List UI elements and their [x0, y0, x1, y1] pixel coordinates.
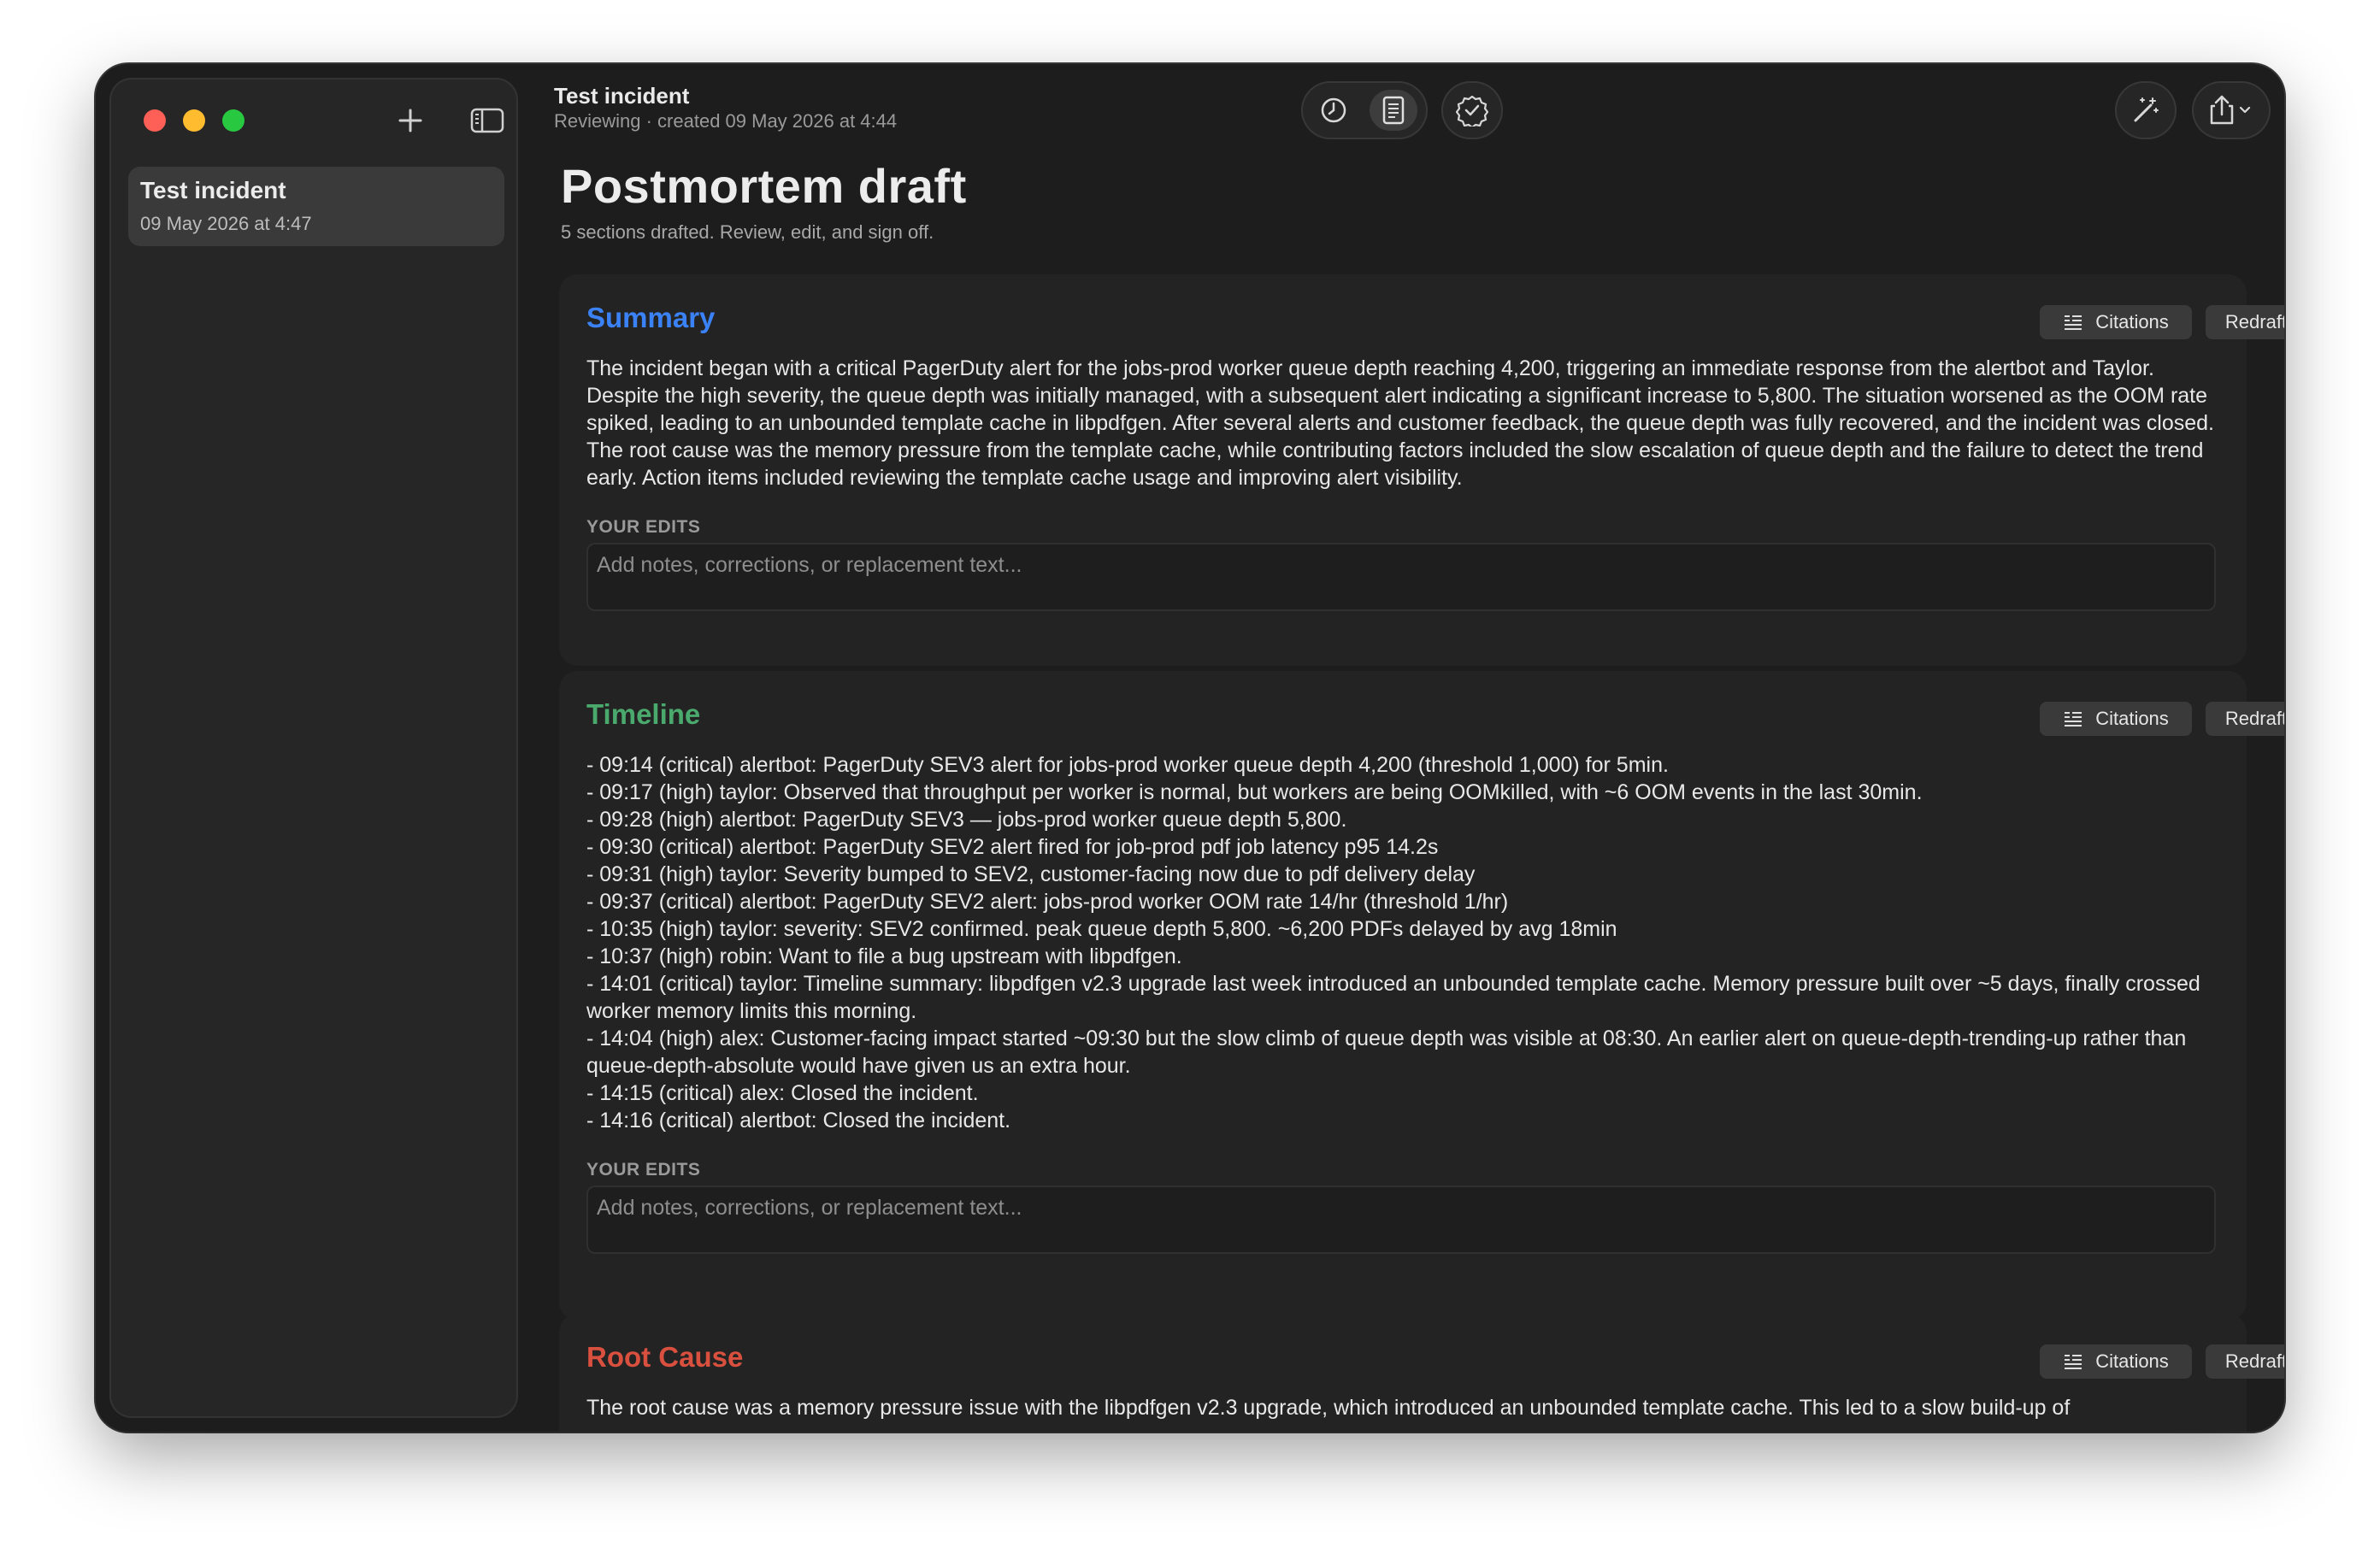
section-card-summary: Summary Citations Redraft The incident b…: [559, 274, 2284, 666]
zoom-window-button[interactable]: [222, 109, 244, 132]
sidebar-icon: [470, 108, 504, 133]
window-subtitle: Reviewing · created 09 May 2026 at 4:44: [554, 110, 898, 132]
section-card-timeline: Timeline Citations Redraft - 09:14 (crit…: [559, 671, 2284, 1321]
page-subtitle: 5 sections drafted. Review, edit, and si…: [561, 221, 934, 243]
citations-button[interactable]: Citations: [2040, 702, 2192, 736]
section-title: Root Cause: [586, 1341, 744, 1373]
citations-icon: [2065, 1355, 2082, 1369]
close-window-button[interactable]: [144, 109, 166, 132]
citations-button[interactable]: Citations: [2040, 1344, 2192, 1379]
sidebar: Test incident 09 May 2026 at 4:47: [109, 78, 518, 1418]
view-segmented-control: [1301, 81, 1428, 139]
section-title: Timeline: [586, 698, 701, 730]
section-card-root-cause: Root Cause Citations Redraft The root ca…: [559, 1314, 2284, 1432]
timeline-entry: - 14:04 (high) alex: Customer-facing imp…: [586, 1027, 2187, 1078]
citations-button[interactable]: Citations: [2040, 305, 2192, 339]
timeline-entry: - 09:28 (high) alertbot: PagerDuty SEV3 …: [586, 808, 1347, 832]
edits-input[interactable]: [586, 543, 2216, 611]
citations-icon: [2065, 315, 2082, 330]
history-view-button[interactable]: [1310, 90, 1358, 131]
redraft-button[interactable]: Redraft: [2206, 702, 2284, 736]
draft-view-button[interactable]: [1370, 90, 1417, 131]
citations-label: Citations: [2095, 708, 2169, 729]
timeline-list: - 09:14 (critical) alertbot: PagerDuty S…: [586, 751, 2228, 1134]
document-icon: [1382, 96, 1405, 125]
citations-icon: [2065, 712, 2082, 727]
checkmark-seal-icon: [1456, 95, 1488, 126]
citations-label: Citations: [2095, 1350, 2169, 1372]
toggle-sidebar-button[interactable]: [468, 102, 506, 139]
sidebar-item-date: 09 May 2026 at 4:47: [140, 213, 312, 234]
app-window: Test incident 09 May 2026 at 4:47 Test i…: [96, 64, 2284, 1432]
share-icon: [2210, 95, 2251, 125]
section-body: The root cause was a memory pressure iss…: [586, 1396, 2071, 1420]
plus-icon: [398, 109, 422, 132]
redraft-button[interactable]: Redraft: [2206, 1344, 2284, 1379]
share-button[interactable]: [2192, 81, 2271, 139]
magic-wand-icon: [2134, 97, 2159, 122]
timeline-entry: - 09:17 (high) taylor: Observed that thr…: [586, 780, 1923, 804]
timeline-entry: - 14:16 (critical) alertbot: Closed the …: [586, 1109, 1011, 1132]
magic-assist-button[interactable]: [2115, 81, 2177, 139]
edits-input[interactable]: [586, 1185, 2216, 1254]
clock-icon: [1321, 97, 1346, 123]
redraft-button[interactable]: Redraft: [2206, 305, 2284, 339]
edits-label: YOUR EDITS: [586, 517, 701, 537]
section-body: The incident began with a critical Pager…: [586, 356, 2214, 490]
sign-off-button[interactable]: [1441, 81, 1503, 139]
timeline-entry: - 10:37 (high) robin: Want to file a bug…: [586, 944, 1182, 968]
timeline-entry: - 09:31 (high) taylor: Severity bumped t…: [586, 862, 1476, 886]
page-title: Postmortem draft: [561, 159, 967, 213]
edits-label: YOUR EDITS: [586, 1160, 701, 1180]
timeline-entry: - 10:35 (high) taylor: severity: SEV2 co…: [586, 917, 1617, 941]
sidebar-item-title: Test incident: [140, 177, 286, 203]
sidebar-item-incident[interactable]: Test incident 09 May 2026 at 4:47: [128, 167, 504, 246]
minimize-window-button[interactable]: [183, 109, 205, 132]
timeline-entry: - 09:37 (critical) alertbot: PagerDuty S…: [586, 890, 1509, 914]
timeline-entry: - 14:01 (critical) taylor: Timeline summ…: [586, 972, 2200, 1023]
timeline-entry: - 14:15 (critical) alex: Closed the inci…: [586, 1081, 979, 1105]
timeline-entry: - 09:14 (critical) alertbot: PagerDuty S…: [586, 753, 1669, 777]
window-title: Test incident: [554, 83, 690, 109]
timeline-entry: - 09:30 (critical) alertbot: PagerDuty S…: [586, 835, 1439, 859]
new-incident-button[interactable]: [392, 102, 429, 139]
citations-label: Citations: [2095, 311, 2169, 332]
section-title: Summary: [586, 302, 716, 333]
